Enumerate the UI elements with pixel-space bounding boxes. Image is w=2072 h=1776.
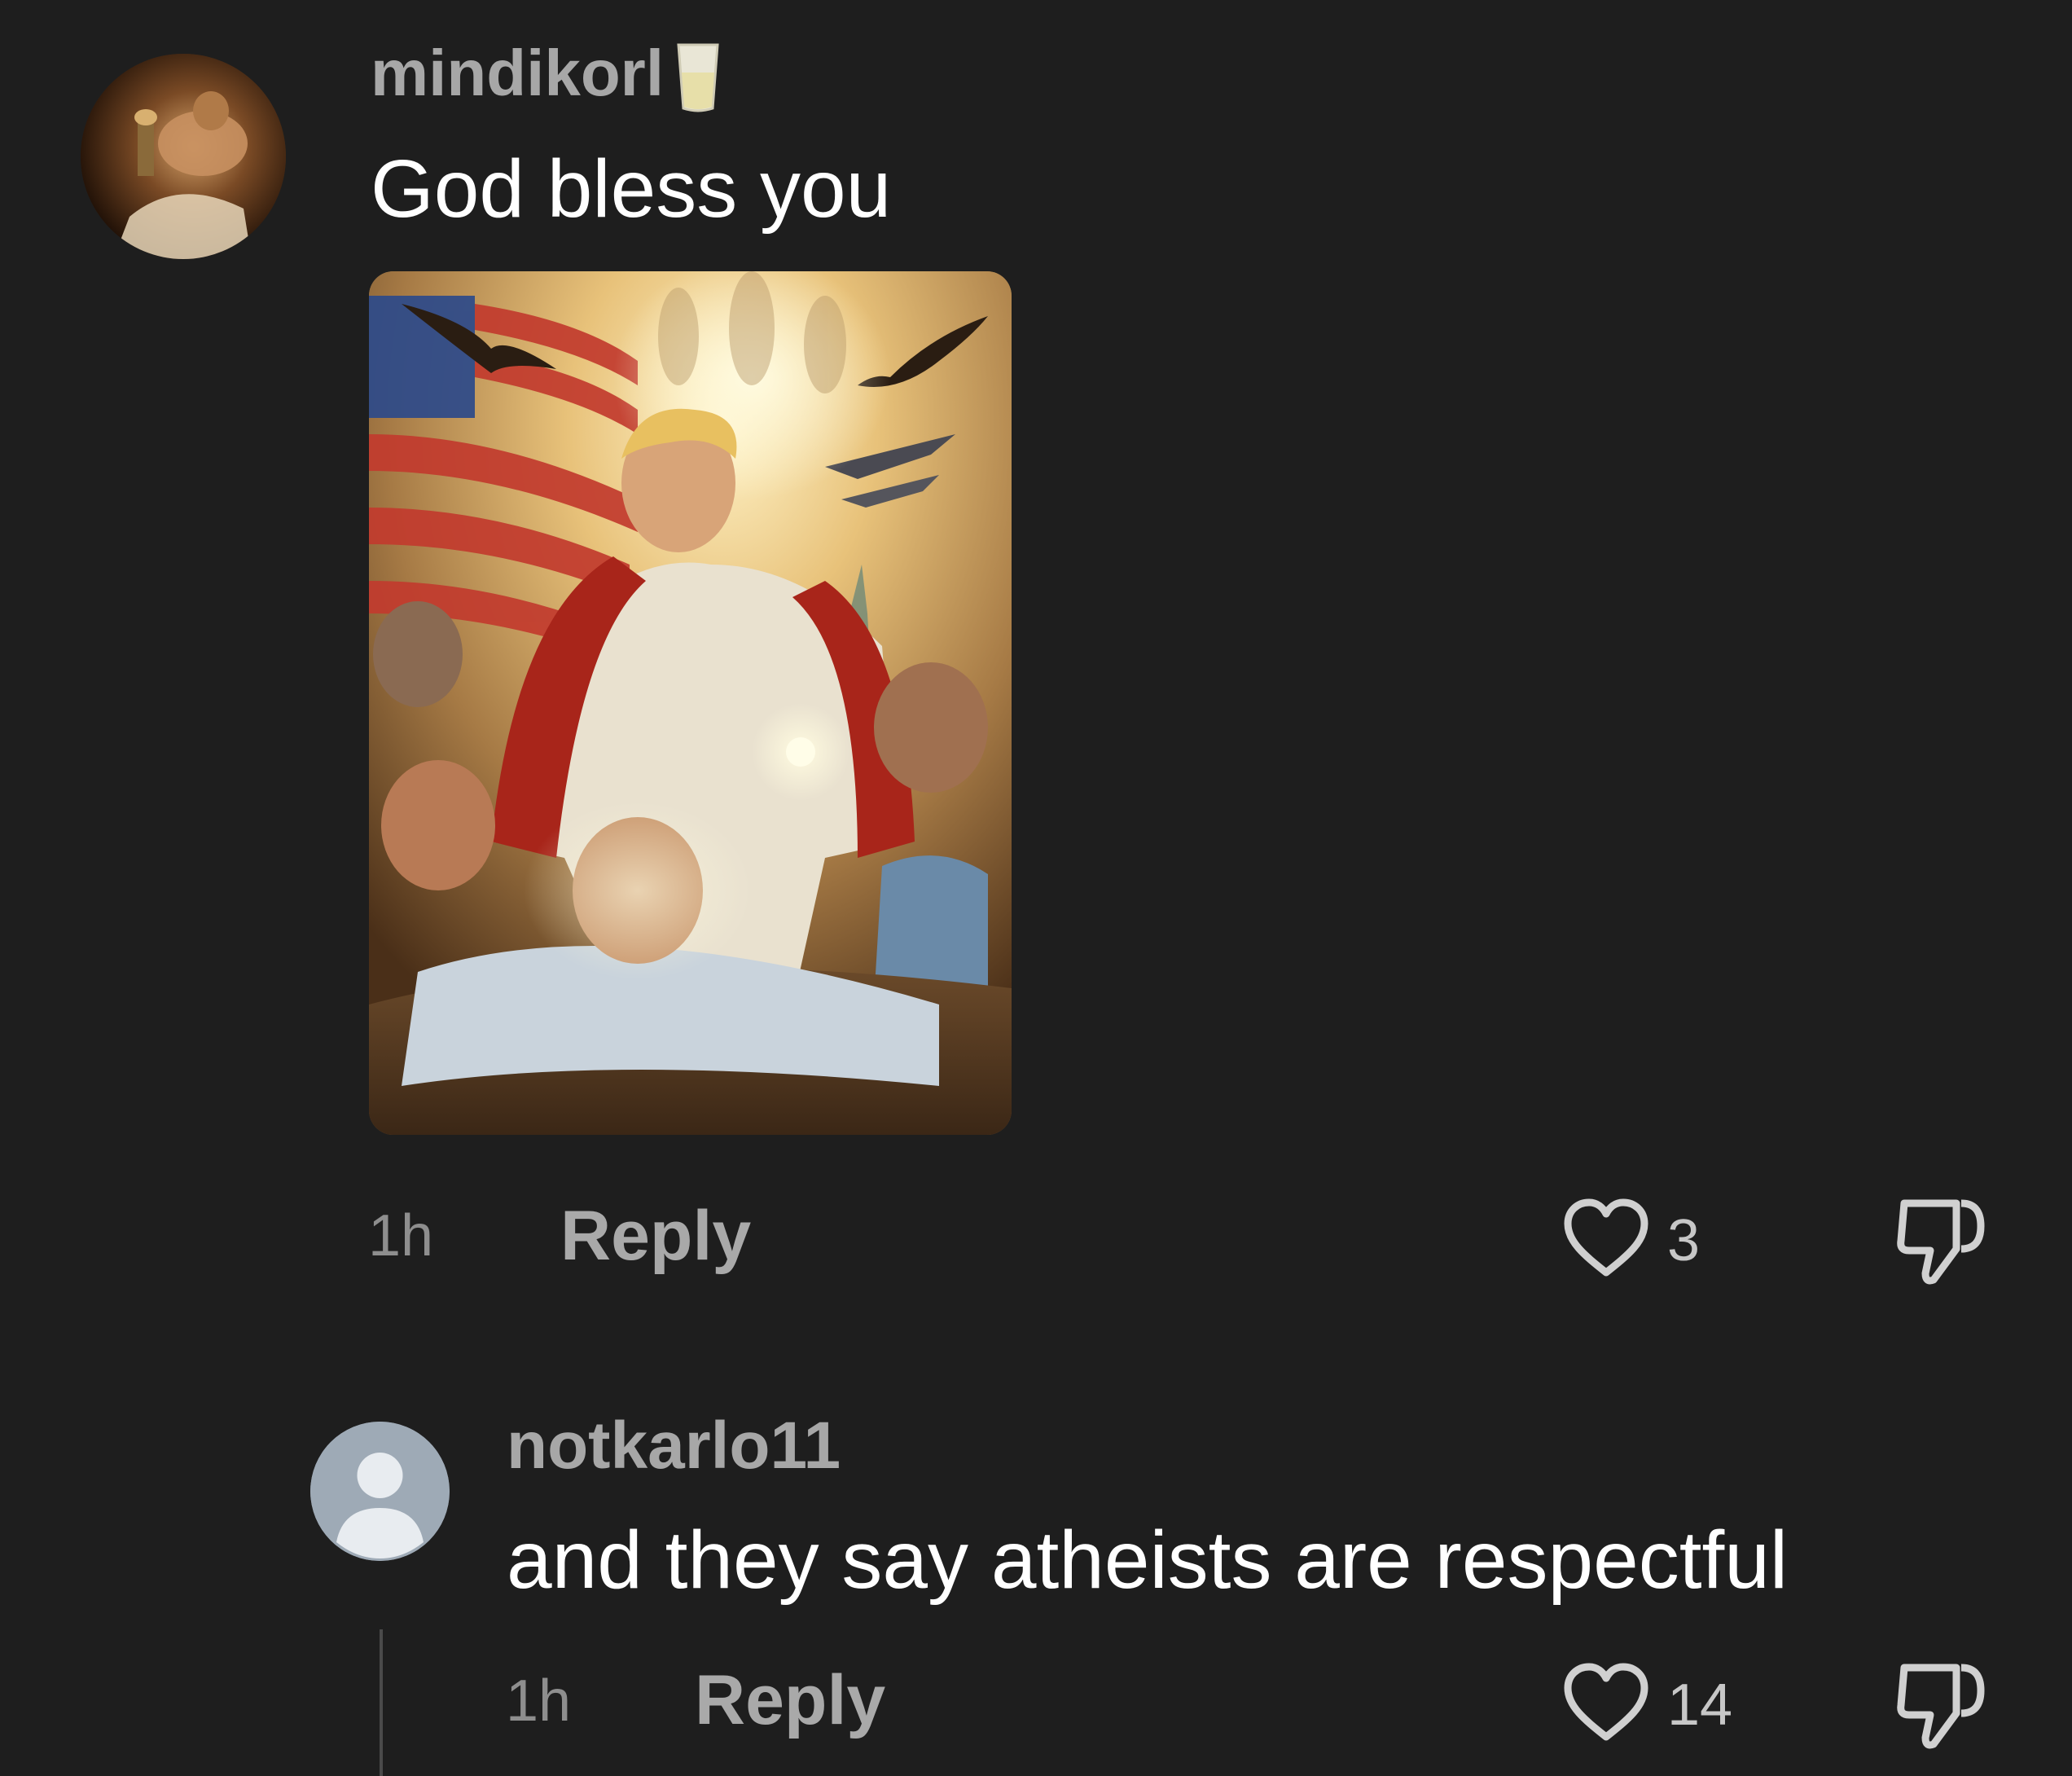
avatar[interactable] (81, 54, 286, 259)
comment-time: 1h (506, 1668, 572, 1734)
dislike-icon[interactable] (1893, 1195, 1989, 1290)
username[interactable]: notkarlo11 (507, 1405, 841, 1487)
default-avatar-icon (310, 1422, 450, 1561)
reply-button[interactable]: Reply (560, 1195, 751, 1277)
reply-button[interactable]: Reply (695, 1660, 885, 1741)
comment-text: and they say atheists are respectful (507, 1514, 1789, 1606)
like-count: 14 (1667, 1672, 1733, 1738)
like-group: 14 (1561, 1662, 1732, 1747)
cup-icon (675, 40, 721, 113)
comment-text: God bless you (371, 143, 892, 235)
attachment-painting (369, 271, 1012, 1135)
username[interactable]: mindikorl (371, 33, 721, 114)
heart-icon[interactable] (1561, 1198, 1651, 1283)
dislike-icon[interactable] (1893, 1660, 1989, 1755)
like-group: 3 (1561, 1198, 1700, 1283)
avatar-painting (81, 54, 286, 259)
like-count: 3 (1667, 1207, 1701, 1273)
image-attachment[interactable] (369, 271, 1012, 1135)
heart-icon[interactable] (1561, 1662, 1651, 1747)
comment-time: 1h (368, 1203, 434, 1268)
avatar[interactable] (310, 1422, 450, 1561)
thread-line (380, 1629, 383, 1776)
